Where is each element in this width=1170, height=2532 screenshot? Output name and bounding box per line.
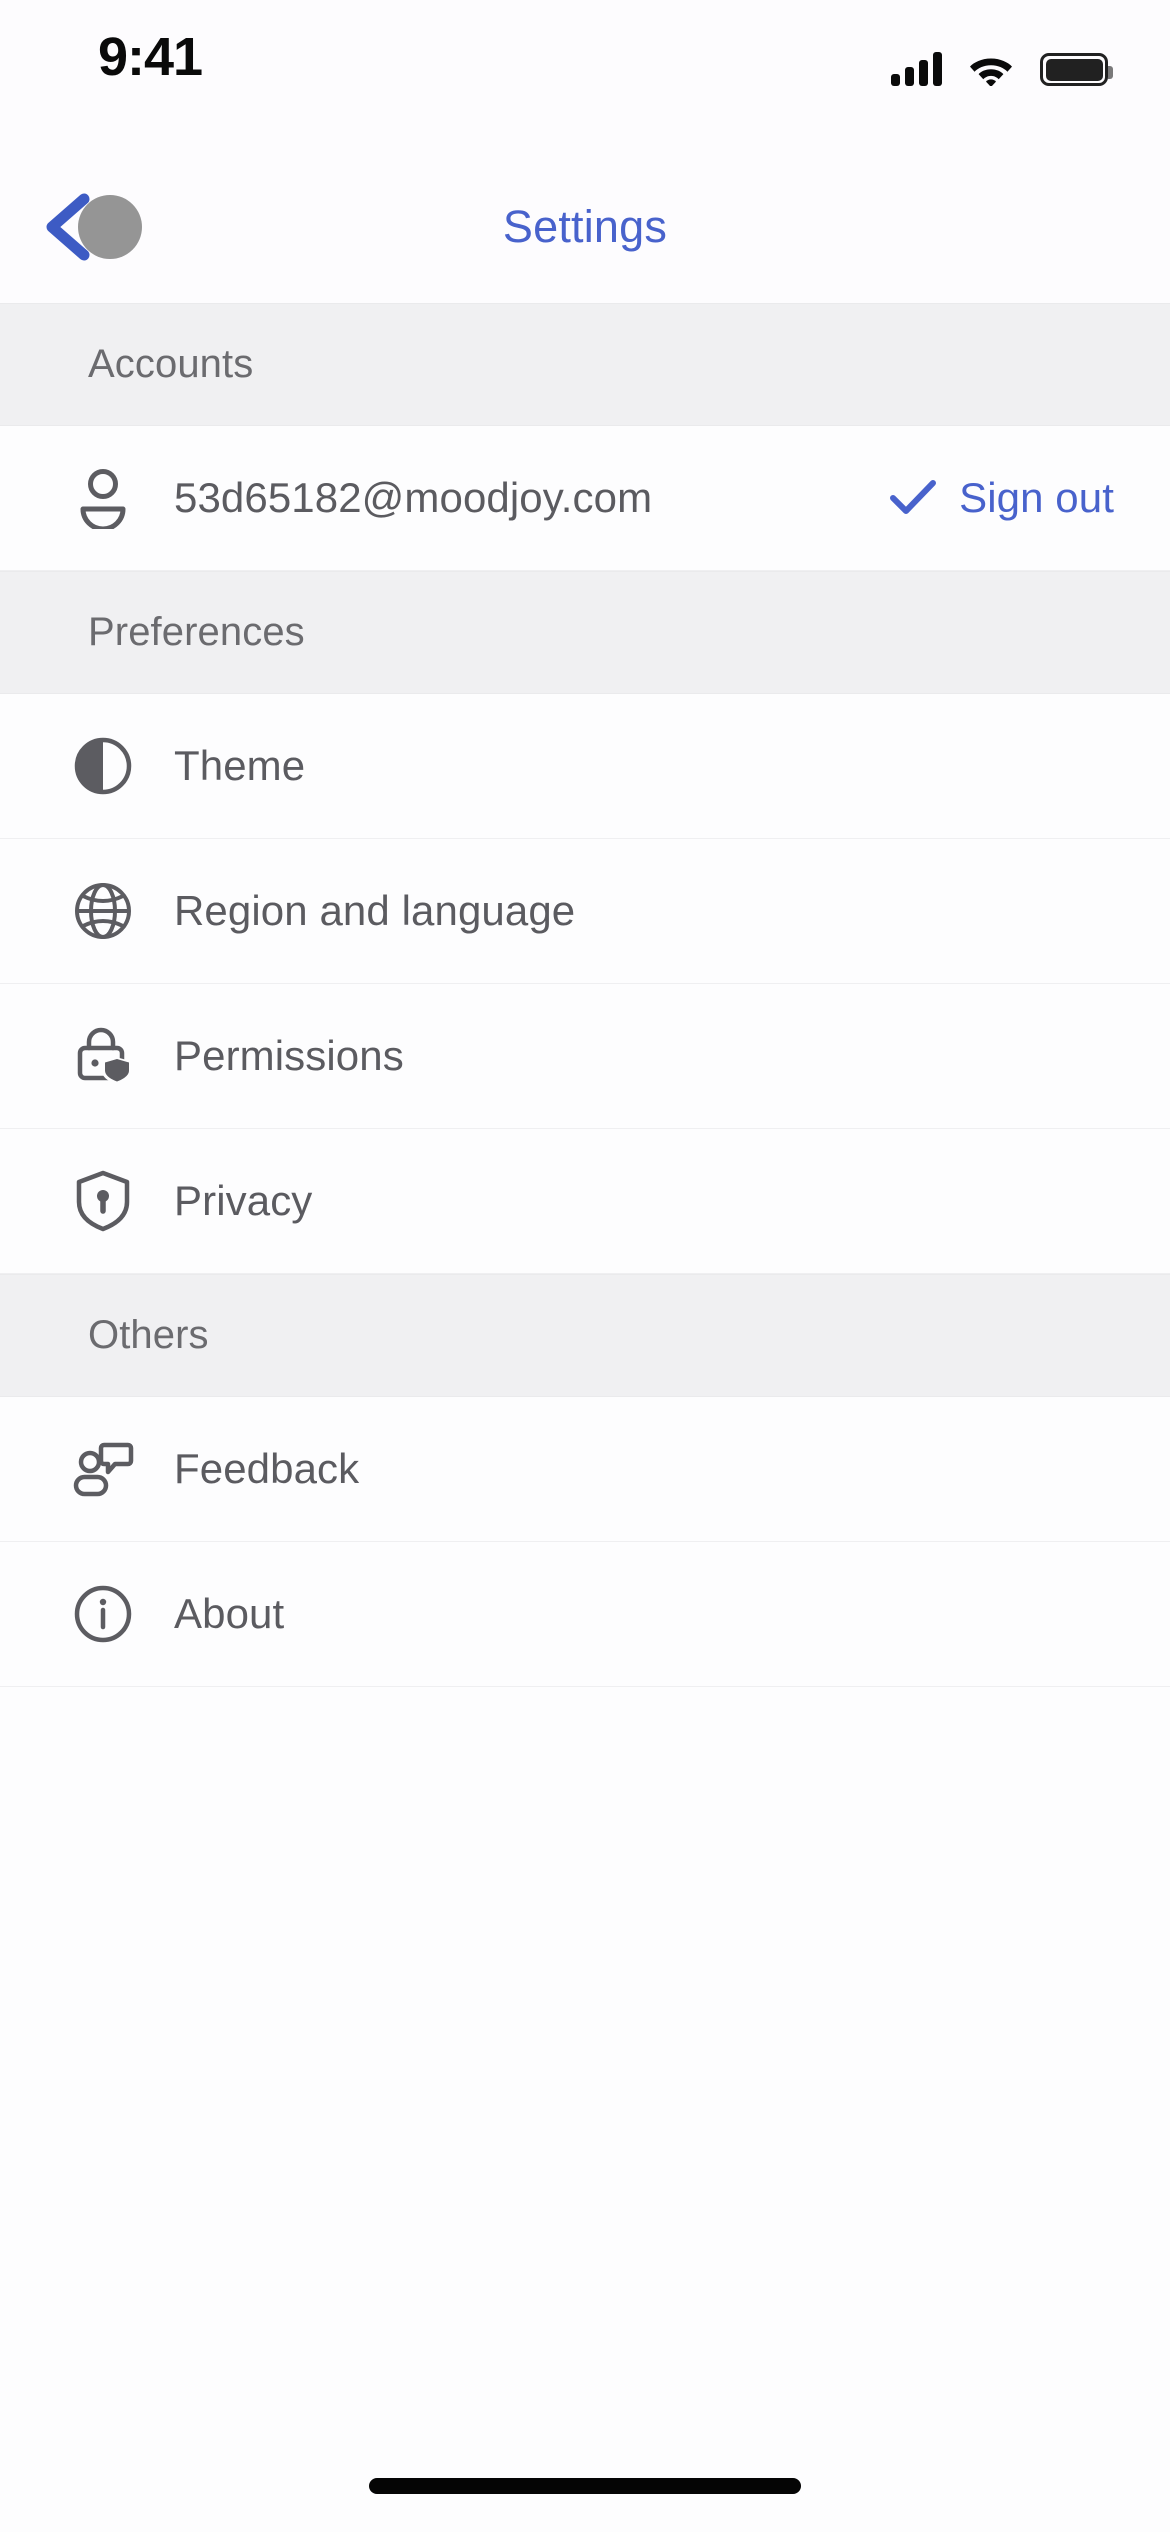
row-label: About	[174, 1590, 285, 1637]
info-circle-icon	[64, 1584, 142, 1644]
account-email: 53d65182@moodjoy.com	[174, 474, 653, 521]
contrast-half-circle-icon	[64, 736, 142, 796]
section-title: Preferences	[88, 610, 305, 654]
row-label: Privacy	[174, 1177, 313, 1224]
person-speech-bubble-icon	[64, 1439, 142, 1499]
section-title: Others	[88, 1313, 209, 1357]
row-account[interactable]: 53d65182@moodjoy.com Sign out	[0, 426, 1170, 571]
row-label: Feedback	[174, 1445, 360, 1492]
row-theme[interactable]: Theme	[0, 694, 1170, 839]
lock-shield-icon	[64, 1025, 142, 1087]
status-bar-indicators	[891, 38, 1113, 86]
section-header-accounts: Accounts	[0, 303, 1170, 426]
row-region-and-language[interactable]: Region and language	[0, 839, 1170, 984]
navigation-bar: Settings	[0, 150, 1170, 303]
user-icon	[64, 467, 142, 529]
status-bar-time: 9:41	[98, 27, 203, 87]
row-label: Theme	[174, 742, 306, 789]
row-about[interactable]: About	[0, 1542, 1170, 1687]
globe-icon	[64, 881, 142, 941]
settings-screen: 9:41 Settings Accounts 53d65182@moodjoy.…	[0, 0, 1170, 2532]
home-indicator-area	[0, 2440, 1170, 2532]
row-label: Region and language	[174, 887, 576, 934]
home-indicator[interactable]	[369, 2478, 801, 2494]
sign-out-button[interactable]: Sign out	[889, 474, 1114, 522]
checkmark-icon	[890, 480, 937, 514]
row-feedback[interactable]: Feedback	[0, 1397, 1170, 1542]
section-header-others: Others	[0, 1274, 1170, 1397]
page-title: Settings	[502, 200, 668, 252]
battery-full-icon	[1040, 53, 1113, 86]
row-permissions[interactable]: Permissions	[0, 984, 1170, 1129]
section-header-preferences: Preferences	[0, 571, 1170, 694]
shield-keyhole-icon	[64, 1169, 142, 1233]
status-bar: 9:41	[0, 0, 1170, 150]
row-label: Permissions	[174, 1032, 404, 1079]
back-button[interactable]	[34, 181, 142, 273]
row-privacy[interactable]: Privacy	[0, 1129, 1170, 1274]
sign-out-label: Sign out	[959, 474, 1114, 521]
cellular-signal-icon	[891, 52, 942, 86]
section-title: Accounts	[88, 342, 254, 386]
tap-indicator	[78, 194, 142, 259]
wifi-icon	[968, 52, 1014, 86]
